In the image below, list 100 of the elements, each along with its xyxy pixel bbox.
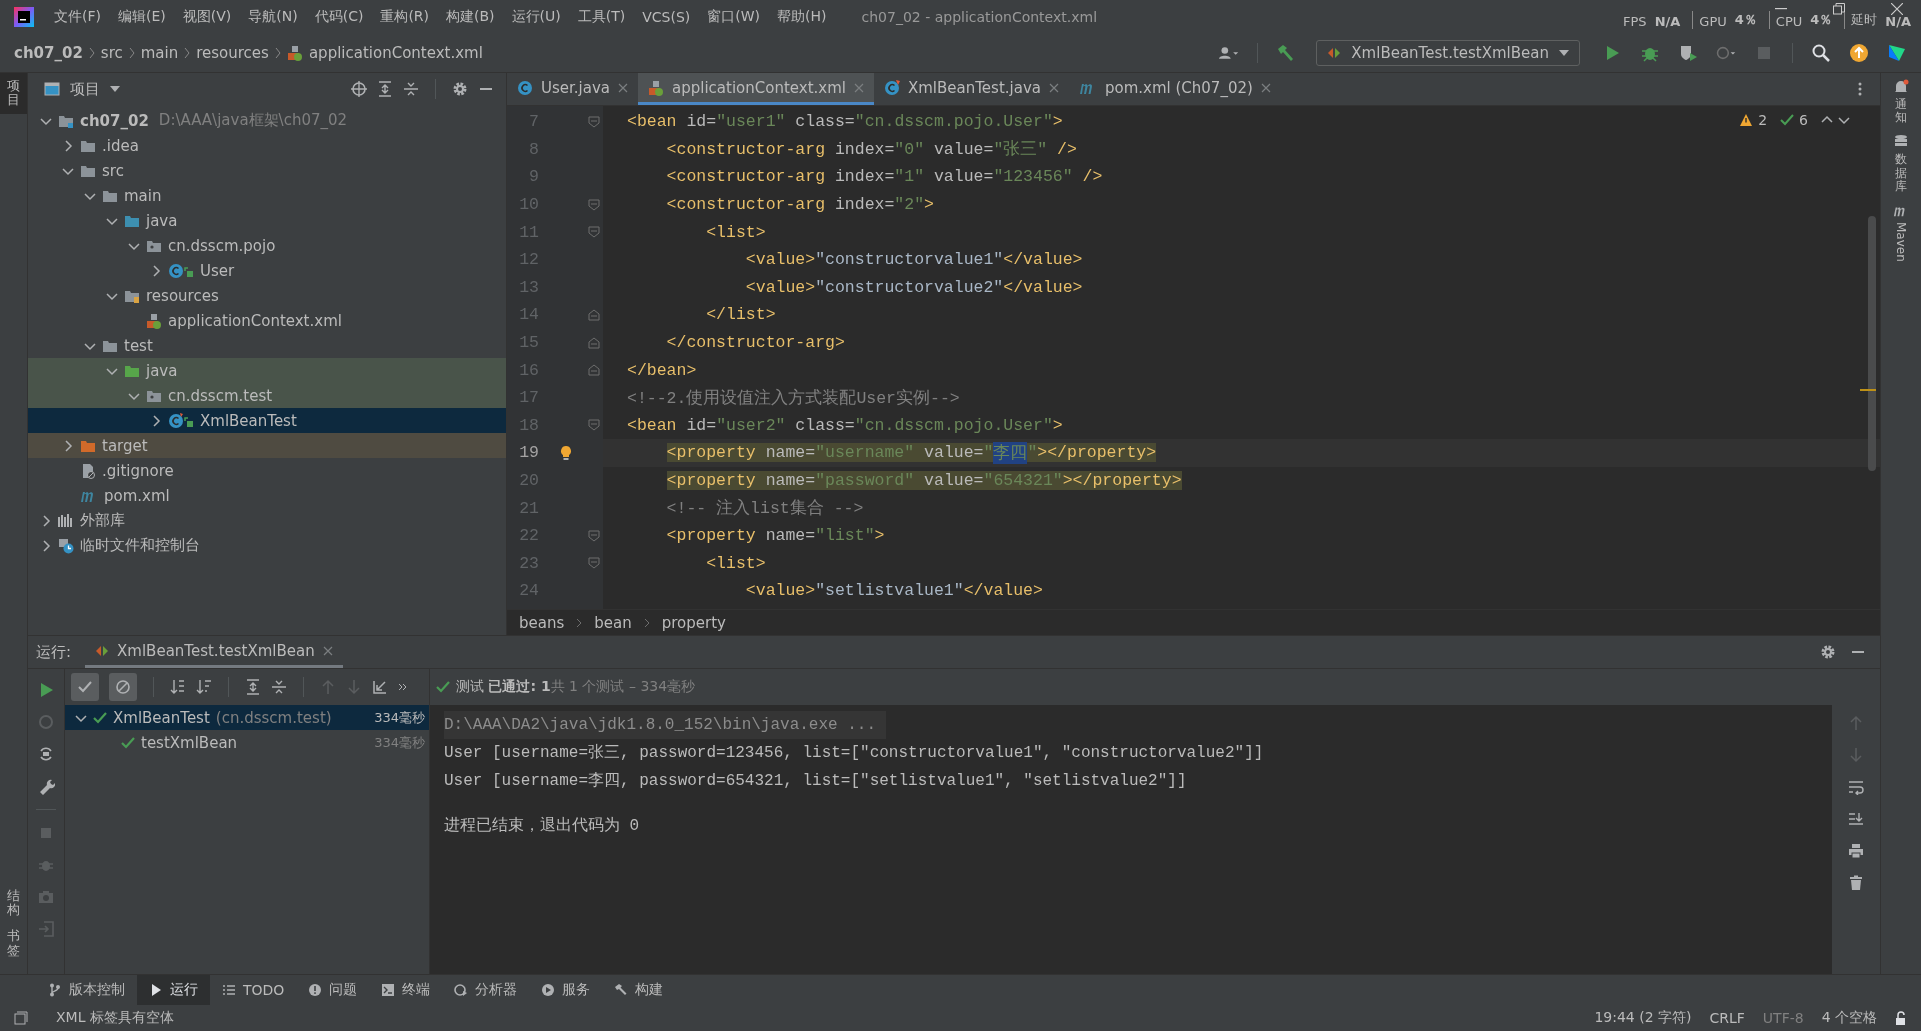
fold-marker-icon[interactable] <box>588 364 600 377</box>
menu-item[interactable]: 导航(N) <box>248 8 298 26</box>
tool-window-tab[interactable]: 数据库 <box>1893 134 1909 193</box>
tree-item[interactable]: User <box>200 261 235 280</box>
close-icon[interactable] <box>322 645 333 656</box>
menu-item[interactable]: 文件(F) <box>54 8 101 26</box>
close-icon[interactable] <box>1891 3 1903 15</box>
sort-alpha-icon[interactable] <box>170 679 186 695</box>
fold-marker-icon[interactable] <box>588 198 600 211</box>
show-passed-toggle[interactable] <box>71 673 99 701</box>
indent-setting[interactable]: 4 个空格 <box>1821 1009 1877 1027</box>
menu-item[interactable]: 运行(U) <box>511 8 561 26</box>
tree-item[interactable]: 临时文件和控制台 <box>80 536 200 555</box>
fold-marker-icon[interactable] <box>588 226 600 239</box>
scroll-to-end-icon[interactable] <box>1848 811 1864 827</box>
tree-item[interactable]: test <box>124 336 153 355</box>
tool-tab[interactable]: 服务 <box>529 975 603 1005</box>
print-icon[interactable] <box>1848 843 1864 859</box>
menu-item[interactable]: 构建(B) <box>446 8 495 26</box>
tree-item[interactable]: src <box>102 161 124 180</box>
breadcrumb-item[interactable]: main <box>140 44 179 62</box>
tree-item[interactable]: pom.xml <box>104 486 170 505</box>
tree-item[interactable]: main <box>124 186 162 205</box>
chevron-icon[interactable] <box>150 414 162 427</box>
menu-item[interactable]: 工具(T) <box>577 8 626 26</box>
collapse-all-icon[interactable] <box>271 679 287 695</box>
scrollbar[interactable] <box>1868 216 1876 471</box>
close-icon[interactable] <box>1260 82 1271 93</box>
restore-icon[interactable] <box>1833 3 1845 15</box>
breadcrumb-item[interactable]: resources <box>196 44 269 62</box>
test-item[interactable]: XmlBeanTest <box>113 708 210 727</box>
tree-item[interactable]: .gitignore <box>102 461 174 480</box>
menu-item[interactable]: 重构(R) <box>380 8 430 26</box>
chevron-icon[interactable] <box>40 539 52 552</box>
close-icon[interactable] <box>618 82 628 93</box>
tool-window-tab[interactable]: 结构 <box>0 882 27 924</box>
tree-item[interactable]: cn.dsscm.test <box>168 386 273 405</box>
tool-tab[interactable]: 终端 <box>369 975 443 1005</box>
editor-tab[interactable]: XmlBeanTest.java <box>873 73 1069 105</box>
close-icon[interactable] <box>1048 82 1059 93</box>
soft-wrap-icon[interactable] <box>1848 779 1864 795</box>
fold-marker-icon[interactable] <box>588 115 600 128</box>
project-tool-tab[interactable]: 项目 <box>0 73 27 114</box>
tree-item[interactable]: ch07_02 <box>80 111 149 130</box>
line-ending[interactable]: CRLF <box>1709 1010 1745 1026</box>
tool-tab[interactable]: 运行 <box>137 975 210 1005</box>
test-item[interactable]: testXmlBean <box>141 733 238 752</box>
tree-item[interactable]: target <box>102 436 148 455</box>
breadcrumb-item[interactable]: beans <box>519 613 565 632</box>
caret-icon[interactable] <box>110 84 120 94</box>
sort-duration-icon[interactable] <box>196 679 212 695</box>
lightbulb-icon[interactable] <box>558 444 574 461</box>
tree-item[interactable]: XmlBeanTest <box>200 411 297 430</box>
tree-item[interactable]: applicationContext.xml <box>168 311 342 330</box>
tool-window-tab[interactable]: 书签 <box>0 923 27 964</box>
minimize-icon[interactable] <box>1775 8 1787 10</box>
tree-item[interactable]: java <box>146 211 178 230</box>
fold-marker-icon[interactable] <box>588 308 600 321</box>
panel-toggle-icon[interactable] <box>14 1011 28 1025</box>
tool-tab[interactable]: TODO <box>210 975 297 1005</box>
chevron-icon[interactable] <box>40 514 52 527</box>
chevron-icon[interactable] <box>62 139 74 152</box>
tree-item[interactable]: .idea <box>102 136 139 155</box>
collapse-all-icon[interactable] <box>403 81 419 97</box>
search-icon[interactable] <box>1811 43 1831 63</box>
import-icon[interactable] <box>372 679 388 695</box>
panel-title[interactable]: 项目 <box>70 79 100 99</box>
settings-icon[interactable] <box>1820 644 1836 660</box>
tree-item[interactable]: java <box>146 361 178 380</box>
trash-icon[interactable] <box>1848 875 1864 891</box>
show-ignored-toggle[interactable] <box>109 673 137 701</box>
fold-marker-icon[interactable] <box>588 419 600 432</box>
chevron-icon[interactable] <box>62 439 74 452</box>
menu-item[interactable]: 编辑(E) <box>118 8 166 26</box>
fold-marker-icon[interactable] <box>588 529 600 542</box>
fold-marker-icon[interactable] <box>588 336 600 349</box>
menu-item[interactable]: 窗口(W) <box>707 8 761 26</box>
locate-icon[interactable] <box>351 81 367 97</box>
expand-all-icon[interactable] <box>245 679 261 695</box>
toolbox-logo-icon[interactable] <box>1887 43 1907 63</box>
expand-all-icon[interactable] <box>377 81 393 97</box>
menu-item[interactable]: 帮助(H) <box>777 8 827 26</box>
warning-count[interactable]: 2 <box>1758 112 1768 128</box>
run-tab[interactable]: XmlBeanTest.testXmlBean <box>85 636 343 668</box>
editor-tab[interactable]: applicationContext.xml <box>638 73 874 105</box>
more-icon[interactable] <box>398 682 408 692</box>
editor-tab[interactable]: User.java <box>507 73 638 105</box>
tool-window-tab[interactable]: 通知 <box>1893 79 1909 125</box>
cursor-position[interactable]: 19:44 (2 字符) <box>1594 1009 1692 1027</box>
chevron-icon[interactable] <box>150 264 162 277</box>
menu-item[interactable]: VCS(S) <box>642 9 691 25</box>
breadcrumb-item[interactable]: applicationContext.xml <box>308 44 483 62</box>
tree-item[interactable]: cn.dsscm.pojo <box>168 236 276 255</box>
tool-tab[interactable]: 版本控制 <box>36 975 137 1005</box>
breadcrumb-item[interactable]: src <box>100 44 123 62</box>
tool-window-tab[interactable]: Maven <box>1893 202 1909 262</box>
tree-item[interactable]: resources <box>146 286 219 305</box>
tool-tab[interactable]: 构建 <box>602 975 676 1005</box>
menu-item[interactable]: 视图(V) <box>182 8 232 26</box>
check-count[interactable]: 6 <box>1799 112 1808 128</box>
